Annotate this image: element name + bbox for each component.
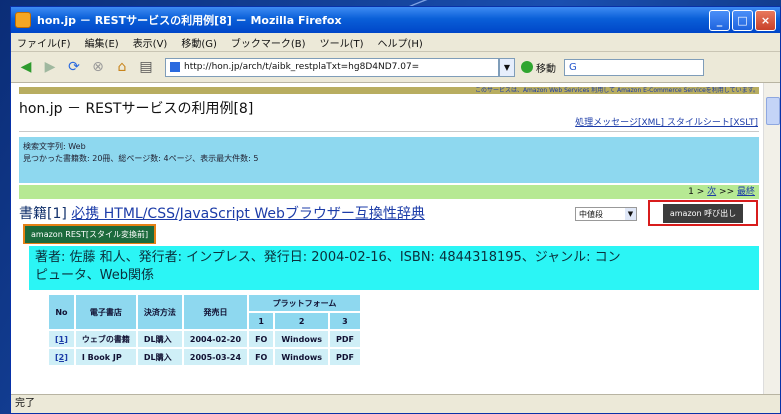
row-p3: PDF xyxy=(329,331,360,347)
menu-go[interactable]: 移動(G) xyxy=(181,35,217,50)
search-input[interactable]: G xyxy=(564,58,704,76)
forward-icon[interactable]: ▶ xyxy=(41,58,59,76)
close-button[interactable]: × xyxy=(755,9,776,31)
xml-links[interactable]: 処理メッセージ[XML] スタイルシート[XSLT] xyxy=(575,115,758,128)
col-no: No xyxy=(49,295,74,329)
attribution-link[interactable]: このサービスは、Amazon Web Services 利用して Amazon … xyxy=(475,87,759,94)
row-link[interactable]: [2] xyxy=(55,353,68,362)
menu-help[interactable]: ヘルプ(H) xyxy=(378,35,423,50)
pager: 1 > 次 >> 最終 xyxy=(19,185,759,199)
url-dropdown-icon[interactable]: ▼ xyxy=(499,57,515,77)
row-p3: PDF xyxy=(329,349,360,365)
row-pay: DL購入 xyxy=(137,331,182,347)
amazon-rest-label: amazon REST[スタイル変換前] xyxy=(25,225,155,243)
menu-tools[interactable]: ツール(T) xyxy=(320,35,364,50)
amazon-call-button[interactable]: amazon 呼び出し xyxy=(648,200,758,226)
go-label: 移動 xyxy=(536,63,556,75)
stop-icon[interactable]: ⊗ xyxy=(89,58,107,76)
amazon-rest-button[interactable]: amazon REST[スタイル変換前] xyxy=(23,224,157,244)
home-icon[interactable]: ⌂ xyxy=(113,58,131,76)
search-engine-icon: G xyxy=(569,61,577,73)
search-info-box: 検索文字列: Web 見つかった書籍数: 20冊、総ページ数: 4ページ、表示最… xyxy=(19,137,759,183)
attribution-bar: このサービスは、Amazon Web Services 利用して Amazon … xyxy=(19,87,759,94)
col-platform-1: 1 xyxy=(249,313,274,329)
pager-last-link[interactable]: 最終 xyxy=(737,187,755,197)
reload-icon[interactable]: ⟳ xyxy=(65,58,83,76)
go-icon xyxy=(521,61,533,73)
status-bar: 完了 xyxy=(11,394,780,413)
table-header-row: No 電子書店 決済方法 発売日 プラットフォーム xyxy=(49,295,360,329)
search-count: 見つかった書籍数: 20冊、総ページ数: 4ページ、表示最大件数: 5 xyxy=(23,154,259,163)
menu-view[interactable]: 表示(V) xyxy=(133,35,168,50)
author-line-2: ピュータ、Web関係 xyxy=(35,268,154,283)
row-p1: FO xyxy=(249,349,274,365)
navigation-toolbar: ◀ ▶ ⟳ ⊗ ⌂ ▤ http://hon.jp/arch/t/aibk_re… xyxy=(11,52,780,83)
row-store: ウェブの書籍 xyxy=(75,331,136,347)
row-p2: Windows xyxy=(275,331,328,347)
go-button[interactable]: 移動 xyxy=(521,60,556,75)
menu-edit[interactable]: 編集(E) xyxy=(85,35,119,50)
chevron-down-icon: ▼ xyxy=(625,208,636,220)
url-text: http://hon.jp/arch/t/aibk_restplaTxt=hg8… xyxy=(184,62,420,72)
col-platform: プラットフォーム xyxy=(249,295,360,311)
menu-bookmarks[interactable]: ブックマーク(B) xyxy=(231,35,306,50)
print-icon[interactable]: ▤ xyxy=(137,58,155,76)
window-title: hon.jp － RESTサービスの利用例[8] － Mozilla Firef… xyxy=(37,14,342,27)
back-icon[interactable]: ◀ xyxy=(17,58,35,76)
book-heading: 書籍[1] 必携 HTML/CSS/JavaScript Webブラウザー互換性… xyxy=(19,203,425,223)
pager-next-link[interactable]: 次 xyxy=(707,187,716,197)
firefox-icon xyxy=(15,12,31,28)
page-content: このサービスは、Amazon Web Services 利用して Amazon … xyxy=(11,83,766,397)
book-label: 書籍[1] xyxy=(19,206,67,222)
row-date: 2004-02-20 xyxy=(183,331,248,347)
row-link[interactable]: [1] xyxy=(55,335,68,344)
title-bar: hon.jp － RESTサービスの利用例[8] － Mozilla Firef… xyxy=(11,7,780,33)
page-title: hon.jp － RESTサービスの利用例[8] xyxy=(19,101,254,117)
table-row: [2] I Book JP DL購入 2005-03-24 FO Windows… xyxy=(49,349,360,365)
author-line-1: 著者: 佐藤 和人、発行者: インプレス、発行日: 2004-02-16、ISB… xyxy=(35,250,621,265)
col-date: 発売日 xyxy=(183,295,248,329)
divider xyxy=(19,131,759,132)
book-title-link[interactable]: 必携 HTML/CSS/JavaScript Webブラウザー互換性辞典 xyxy=(71,206,425,222)
row-pay: DL購入 xyxy=(137,349,182,365)
row-date: 2005-03-24 xyxy=(183,349,248,365)
scrollbar-thumb[interactable] xyxy=(766,97,780,125)
row-p2: Windows xyxy=(275,349,328,365)
address-bar[interactable]: http://hon.jp/arch/t/aibk_restplaTxt=hg8… xyxy=(165,57,499,77)
col-platform-3: 3 xyxy=(329,313,360,329)
col-pay: 決済方法 xyxy=(137,295,182,329)
maximize-button[interactable]: □ xyxy=(732,9,753,31)
status-text: 完了 xyxy=(15,398,35,409)
col-platform-2: 2 xyxy=(275,313,328,329)
menu-bar: ファイル(F) 編集(E) 表示(V) 移動(G) ブックマーク(B) ツール(… xyxy=(11,33,780,52)
price-select-value: 中値段 xyxy=(579,210,603,219)
vertical-scrollbar[interactable] xyxy=(763,83,780,397)
search-query: 検索文字列: Web xyxy=(23,142,86,151)
row-store: I Book JP xyxy=(75,349,136,365)
pager-sep: >> xyxy=(719,187,737,197)
col-store: 電子書店 xyxy=(75,295,136,329)
site-favicon-icon xyxy=(170,62,180,72)
store-table: No 電子書店 決済方法 発売日 プラットフォーム 1 2 3 [1] ウェブの… xyxy=(47,293,362,367)
minimize-button[interactable]: _ xyxy=(709,9,730,31)
amazon-call-label: amazon 呼び出し xyxy=(662,203,744,223)
table-row: [1] ウェブの書籍 DL購入 2004-02-20 FO Windows PD… xyxy=(49,331,360,347)
author-info: 著者: 佐藤 和人、発行者: インプレス、発行日: 2004-02-16、ISB… xyxy=(29,246,759,290)
menu-file[interactable]: ファイル(F) xyxy=(17,35,71,50)
pager-current: 1 > xyxy=(688,187,708,197)
row-p1: FO xyxy=(249,331,274,347)
browser-window: hon.jp － RESTサービスの利用例[8] － Mozilla Firef… xyxy=(10,6,781,414)
price-select[interactable]: 中値段 ▼ xyxy=(575,207,637,221)
